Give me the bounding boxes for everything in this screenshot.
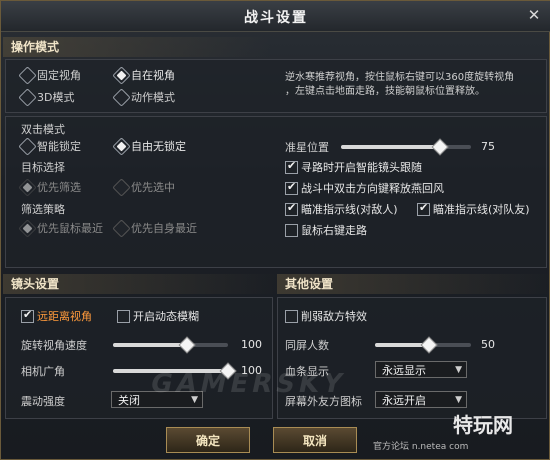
checkbox-smart-camera-follow-label: 寻路时开启智能镜头跟随 xyxy=(301,161,422,174)
site-watermark-text: 官方论坛 n.netea xyxy=(373,442,447,452)
radio-fixed-view-label: 固定视角 xyxy=(37,69,81,82)
checkbox-right-click-walk[interactable] xyxy=(285,224,298,237)
rotate-speed-slider[interactable] xyxy=(113,336,228,354)
radio-priority-selected-label: 优先选中 xyxy=(131,181,175,194)
radio-mouse-nearest-label: 优先鼠标最近 xyxy=(37,222,103,235)
same-screen-value: 50 xyxy=(481,338,495,351)
checkbox-right-click-walk-label: 鼠标右键走路 xyxy=(301,224,367,237)
hp-bar-dropdown[interactable]: 永远显示 ▼ xyxy=(375,361,467,378)
shake-dropdown-value: 关闭 xyxy=(118,394,140,407)
offscreen-icon-dropdown[interactable]: 永远开启 ▼ xyxy=(375,391,467,408)
cancel-button[interactable]: 取消 xyxy=(273,427,357,453)
title-bar: 战斗设置 ✕ xyxy=(1,1,550,32)
checkbox-far-view-label: 远距离视角 xyxy=(37,310,92,323)
offscreen-icon-dropdown-value: 永远开启 xyxy=(382,394,426,407)
radio-free-view-label: 自在视角 xyxy=(131,69,175,82)
rotate-speed-label: 旋转视角速度 xyxy=(21,339,87,352)
checkbox-dynamic-blur[interactable] xyxy=(117,310,130,323)
chevron-down-icon: ▼ xyxy=(455,395,462,405)
radio-3d-mode-label: 3D模式 xyxy=(37,91,75,104)
checkbox-aim-line-ally-label: 瞄准指示线(对队友) xyxy=(433,203,530,216)
combat-panel xyxy=(5,116,547,268)
double-click-title: 双击模式 xyxy=(21,123,65,136)
radio-action-mode-label: 动作模式 xyxy=(131,91,175,104)
checkbox-aim-line-ally[interactable] xyxy=(417,201,430,216)
site-watermark: 官方论坛 n.netea com xyxy=(373,439,468,452)
gamersky-watermark: GAMERSKY xyxy=(147,369,350,399)
rotate-speed-slider-fill xyxy=(113,343,186,347)
radio-free-no-lock-label: 自由无锁定 xyxy=(131,140,186,153)
view-hint-line1: 逆水寒推荐视角，按住鼠标右键可以360度旋转视角 xyxy=(285,72,515,83)
crosshair-slider-fill xyxy=(341,145,438,149)
close-icon[interactable]: ✕ xyxy=(525,6,543,24)
chevron-down-icon: ▼ xyxy=(455,365,462,375)
crosshair-label: 准星位置 xyxy=(285,141,329,154)
dialog-title: 战斗设置 xyxy=(244,10,308,26)
filter-strategy-title: 筛选策略 xyxy=(21,203,65,216)
view-hint-line2: ，左键点击地面走路，技能朝鼠标位置释放。 xyxy=(285,86,485,97)
same-screen-label: 同屏人数 xyxy=(285,339,329,352)
hp-bar-dropdown-value: 永远显示 xyxy=(382,364,426,377)
checkbox-aim-line-enemy-label: 瞄准指示线(对敌人) xyxy=(301,203,398,216)
checkbox-double-tap-skill[interactable] xyxy=(285,180,298,195)
checkbox-dynamic-blur-label: 开启动态模糊 xyxy=(133,310,199,323)
radio-smart-lock-label: 智能锁定 xyxy=(37,140,81,153)
settings-dialog: 战斗设置 ✕ 操作模式 固定视角 自在视角 3D模式 动作模式 逆水寒推荐视角，… xyxy=(0,0,550,460)
checkbox-far-view[interactable] xyxy=(21,308,34,323)
radio-priority-filter-label: 优先筛选 xyxy=(37,181,81,194)
checkbox-smart-camera-follow[interactable] xyxy=(285,159,298,174)
operation-section-header: 操作模式 xyxy=(3,37,271,57)
crosshair-slider[interactable] xyxy=(341,138,471,156)
checkbox-weaken-effects-label: 削弱敌方特效 xyxy=(301,310,367,323)
checkbox-weaken-effects[interactable] xyxy=(285,310,298,323)
fov-label: 相机广角 xyxy=(21,365,65,378)
brand-watermark: 特玩网 xyxy=(453,413,513,437)
checkbox-double-tap-skill-label: 战斗中双击方向键释放燕回风 xyxy=(301,182,444,195)
same-screen-slider[interactable] xyxy=(375,336,471,354)
radio-self-nearest-label: 优先自身最近 xyxy=(131,222,197,235)
site-watermark-suffix: com xyxy=(449,442,469,452)
crosshair-value: 75 xyxy=(481,140,495,153)
camera-section-header: 镜头设置 xyxy=(3,274,279,294)
confirm-button[interactable]: 确定 xyxy=(166,427,250,453)
rotate-speed-value: 100 xyxy=(241,338,262,351)
shake-label: 震动强度 xyxy=(21,395,65,408)
other-section-header: 其他设置 xyxy=(277,274,550,294)
checkbox-aim-line-enemy[interactable] xyxy=(285,201,298,216)
target-select-title: 目标选择 xyxy=(21,161,65,174)
